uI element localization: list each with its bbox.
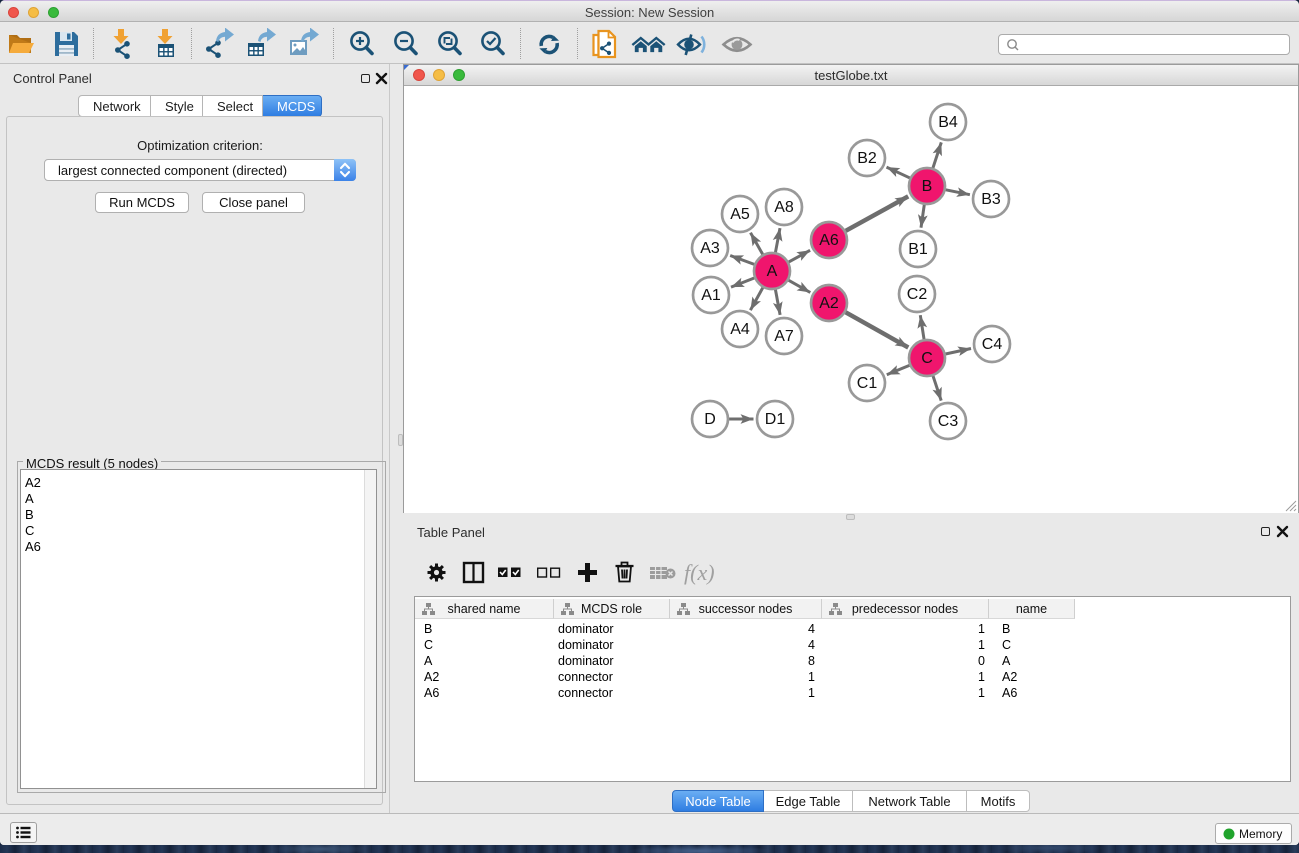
svg-text:B: B: [922, 178, 933, 195]
svg-text:A6: A6: [819, 232, 839, 249]
svg-text:A3: A3: [700, 240, 720, 257]
svg-text:C3: C3: [938, 413, 959, 430]
svg-text:A2: A2: [819, 295, 839, 312]
svg-text:B2: B2: [857, 150, 877, 167]
svg-text:C1: C1: [857, 375, 878, 392]
svg-text:B4: B4: [938, 114, 958, 131]
svg-text:C: C: [921, 350, 933, 367]
svg-text:A7: A7: [774, 328, 794, 345]
svg-text:A4: A4: [730, 321, 750, 338]
svg-text:B3: B3: [981, 191, 1001, 208]
svg-text:A8: A8: [774, 199, 794, 216]
svg-text:D1: D1: [765, 411, 786, 428]
svg-text:D: D: [704, 411, 716, 428]
svg-text:A: A: [767, 263, 778, 280]
svg-text:A5: A5: [730, 206, 750, 223]
svg-text:C2: C2: [907, 286, 928, 303]
svg-text:B1: B1: [908, 241, 928, 258]
svg-text:C4: C4: [982, 336, 1003, 353]
svg-text:A1: A1: [701, 287, 721, 304]
